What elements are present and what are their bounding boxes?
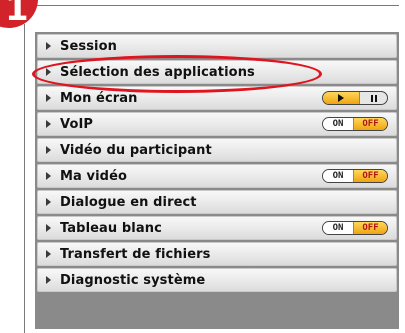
tutorial-screenshot: 1 Session Sélection des applications Mon… <box>0 0 405 333</box>
panel-item-my-video[interactable]: Ma vidéo ON OFF <box>37 164 397 188</box>
panel-item-label: Ma vidéo <box>60 168 128 184</box>
panel-item-label: Mon écran <box>60 90 138 106</box>
chevron-right-icon <box>46 120 51 128</box>
panel-item-label: Session <box>60 38 117 54</box>
play-button[interactable] <box>323 92 360 104</box>
toggle-off-option[interactable]: OFF <box>354 170 387 182</box>
panel-item-live-chat[interactable]: Dialogue en direct <box>37 190 397 214</box>
pause-button[interactable] <box>360 92 387 104</box>
panel-item-application-selection[interactable]: Sélection des applications <box>37 60 397 84</box>
panel-item-label: Tableau blanc <box>60 220 162 236</box>
panel-item-session[interactable]: Session <box>37 34 397 58</box>
pause-icon <box>374 94 377 102</box>
panel-item-label: Vidéo du participant <box>60 142 212 158</box>
chevron-right-icon <box>46 172 51 180</box>
step-number-badge: 1 <box>0 0 38 28</box>
panel-item-file-transfer[interactable]: Transfert de fichiers <box>37 242 397 266</box>
panel-item-my-screen[interactable]: Mon écran <box>37 86 397 110</box>
chevron-right-icon <box>46 250 51 258</box>
pause-icon <box>370 94 373 102</box>
screen-share-play-pause-control[interactable] <box>322 91 388 105</box>
session-panel: Session Sélection des applications Mon é… <box>35 32 399 329</box>
panel-item-label: Dialogue en direct <box>60 194 197 210</box>
toggle-on-option[interactable]: ON <box>323 222 354 234</box>
panel-item-whiteboard[interactable]: Tableau blanc ON OFF <box>37 216 397 240</box>
whiteboard-on-off-toggle[interactable]: ON OFF <box>322 221 388 235</box>
chevron-right-icon <box>46 42 51 50</box>
toggle-off-option[interactable]: OFF <box>354 118 387 130</box>
side-rule <box>24 24 25 333</box>
step-number: 1 <box>5 0 29 29</box>
panel-item-system-diagnostic[interactable]: Diagnostic système <box>37 268 397 292</box>
chevron-right-icon <box>46 224 51 232</box>
panel-item-label: VoIP <box>60 116 94 132</box>
chevron-right-icon <box>46 276 51 284</box>
panel-item-label: Diagnostic système <box>60 272 206 288</box>
chevron-right-icon <box>46 68 51 76</box>
voip-on-off-toggle[interactable]: ON OFF <box>322 117 388 131</box>
panel-item-participant-video[interactable]: Vidéo du participant <box>37 138 397 162</box>
chevron-right-icon <box>46 94 51 102</box>
panel-item-label: Sélection des applications <box>60 64 255 80</box>
toggle-on-option[interactable]: ON <box>323 170 354 182</box>
play-icon <box>338 94 344 102</box>
toggle-on-option[interactable]: ON <box>323 118 354 130</box>
panel-item-voip[interactable]: VoIP ON OFF <box>37 112 397 136</box>
header-rule <box>30 5 399 6</box>
chevron-right-icon <box>46 146 51 154</box>
panel-item-label: Transfert de fichiers <box>60 246 211 262</box>
chevron-right-icon <box>46 198 51 206</box>
toggle-off-option[interactable]: OFF <box>354 222 387 234</box>
my-video-on-off-toggle[interactable]: ON OFF <box>322 169 388 183</box>
